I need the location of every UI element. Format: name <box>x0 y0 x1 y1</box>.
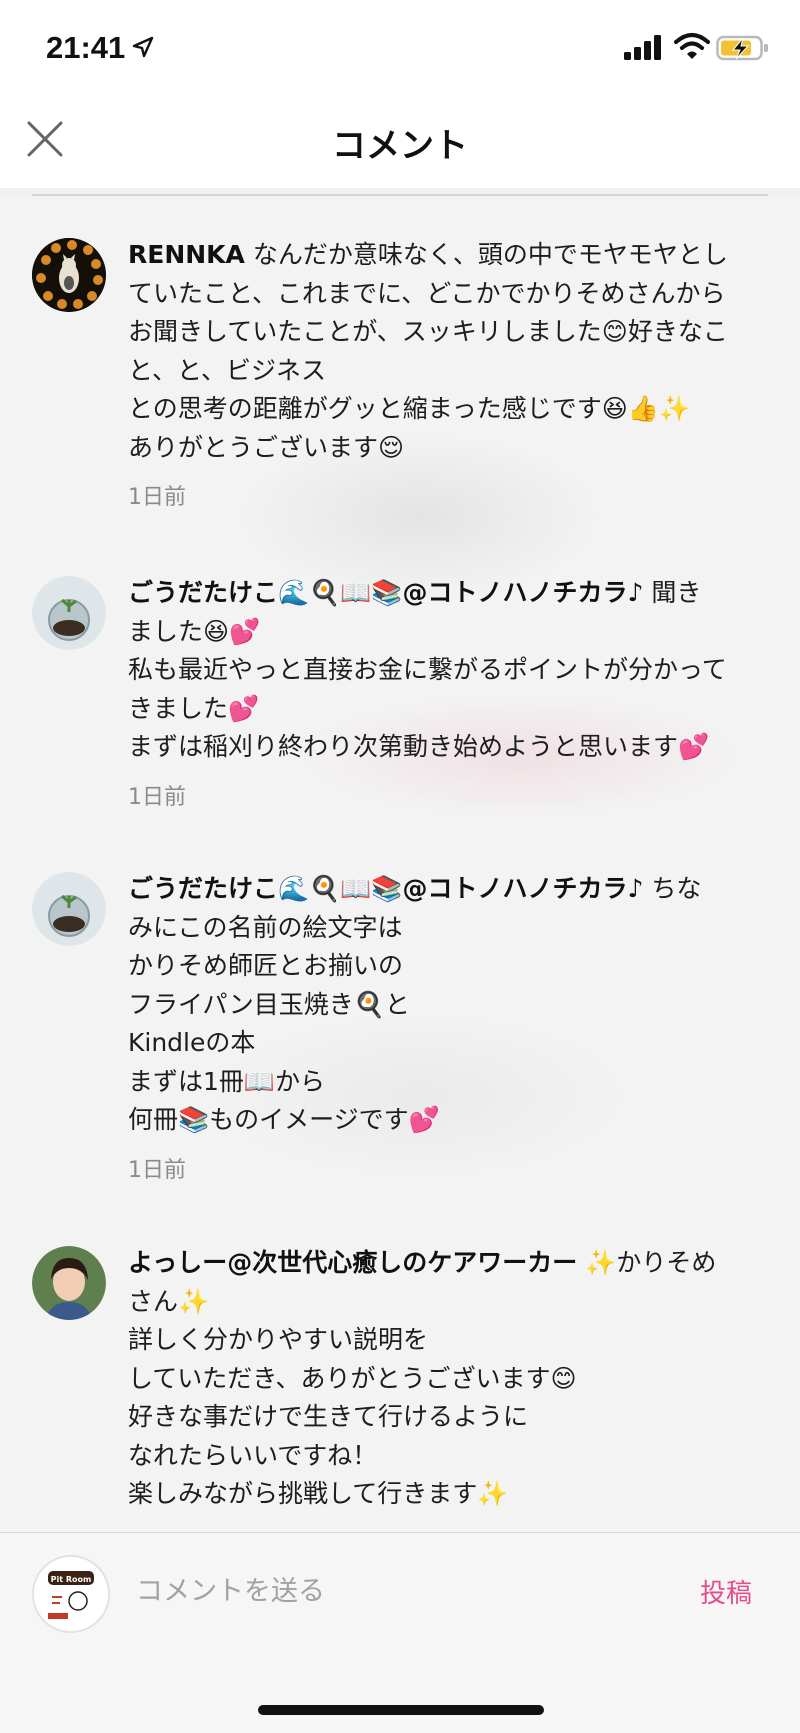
comment-line: ごうだたけこ🌊🍳📖📚@コトノハノチカラ♪ ちな <box>128 874 702 903</box>
post-button[interactable]: 投稿 <box>700 1573 752 1610</box>
comment-line: なれたらいいですね！ <box>128 1440 378 1470</box>
comment-line: との思考の距離がグッと縮まった感じです😆👍✨ <box>128 394 691 423</box>
comment-line: ありがとうございます😌 <box>128 432 405 462</box>
comment-line: かりそめ師匠とお揃いの <box>128 951 404 980</box>
comment-author[interactable]: ごうだたけこ🌊🍳📖📚@コトノハノチカラ♪ <box>128 874 643 903</box>
comment-input[interactable] <box>134 1561 678 1621</box>
comment-line: お聞きしていたことが、スッキリしました😊好きなこ <box>128 317 728 346</box>
comment-line: 何冊📚ものイメージです💕 <box>128 1105 440 1134</box>
comment-author[interactable]: RENNKA <box>128 240 245 269</box>
avatar[interactable] <box>32 238 106 312</box>
comment-body: よっしー@次世代心癒しのケアワーカー ✨かりそめ さん✨ 詳しく分かりやすい説明… <box>128 1244 768 1514</box>
comment-line: まずは1冊📖から <box>128 1066 326 1096</box>
comment-line: さん✨ <box>128 1286 210 1316</box>
page-title: コメント <box>332 126 468 166</box>
comment-line: きました💕 <box>128 693 260 723</box>
comment-body: RENNKA なんだか意味なく、頭の中でモヤモヤとし ていたこと、これまでに、ど… <box>128 236 768 518</box>
comment-body: ごうだたけこ🌊🍳📖📚@コトノハノチカラ♪ ちな みにこの名前の絵文字は かりそめ… <box>128 870 768 1190</box>
wifi-icon <box>674 33 710 59</box>
comment-composer: Pit Room 投稿 <box>0 1532 800 1733</box>
home-indicator[interactable] <box>258 1705 544 1715</box>
comment-line: RENNKA なんだか意味なく、頭の中でモヤモヤとし <box>128 240 728 269</box>
avatar-image <box>32 872 106 946</box>
comment-author[interactable]: よっしー@次世代心癒しのケアワーカー <box>128 1248 577 1277</box>
avatar-image <box>32 576 106 650</box>
comment-line: と、と、ビジネス <box>128 355 327 385</box>
avatar-image <box>32 1246 106 1320</box>
navigation-bar: コメント <box>0 100 800 188</box>
avatar-image <box>32 238 106 312</box>
comment-line: ました😆💕 <box>128 616 261 646</box>
comment-line: ごうだたけこ🌊🍳📖📚@コトノハノチカラ♪ 聞き <box>128 578 702 607</box>
comment-line: していただき、ありがとうございます😊 <box>128 1363 577 1393</box>
comment-line: みにこの名前の絵文字は <box>128 912 403 942</box>
avatar-logo-text: Pit Room <box>51 1575 92 1584</box>
avatar[interactable] <box>32 872 106 946</box>
location-arrow-icon <box>132 36 154 58</box>
avatar[interactable] <box>32 1246 106 1320</box>
comment-timestamp: 1日前 <box>128 784 186 810</box>
comment-line: 私も最近やっと直接お金に繋がるポイントが分かって <box>128 655 727 684</box>
comment-line: ていたこと、これまでに、どこかでかりそめさんから <box>128 278 726 308</box>
comment-line: よっしー@次世代心癒しのケアワーカー ✨かりそめ <box>128 1248 717 1277</box>
comment-line: 詳しく分かりやすい説明を <box>128 1325 429 1354</box>
comment-list[interactable]: RENNKA なんだか意味なく、頭の中でモヤモヤとし ていたこと、これまでに、ど… <box>0 196 800 1532</box>
comment-line: フライパン目玉焼き🍳と <box>128 989 410 1019</box>
status-bar: 21:41 <box>0 0 800 100</box>
avatar-image: Pit Room <box>34 1557 108 1631</box>
my-avatar: Pit Room <box>32 1555 110 1633</box>
comment-timestamp: 1日前 <box>128 485 186 510</box>
status-time: 21:41 <box>46 30 126 65</box>
comment-body: ごうだたけこ🌊🍳📖📚@コトノハノチカラ♪ 聞き ました😆💕 私も最近やっと直接お… <box>128 574 768 817</box>
battery-charging-icon <box>716 35 768 61</box>
avatar[interactable] <box>32 576 106 650</box>
comment-line: 好きな事だけで生きて行けるように <box>128 1402 529 1431</box>
comment-line: まずは稲刈り終わり次第動き始めようと思います💕 <box>128 732 710 761</box>
comment-line: 楽しみながら挑戦して行きます✨ <box>128 1479 509 1508</box>
comment-timestamp: 1日前 <box>128 1157 186 1183</box>
comment-line: Kindleの本 <box>128 1028 256 1057</box>
comment-author[interactable]: ごうだたけこ🌊🍳📖📚@コトノハノチカラ♪ <box>128 578 643 607</box>
cellular-signal-icon <box>624 35 661 60</box>
